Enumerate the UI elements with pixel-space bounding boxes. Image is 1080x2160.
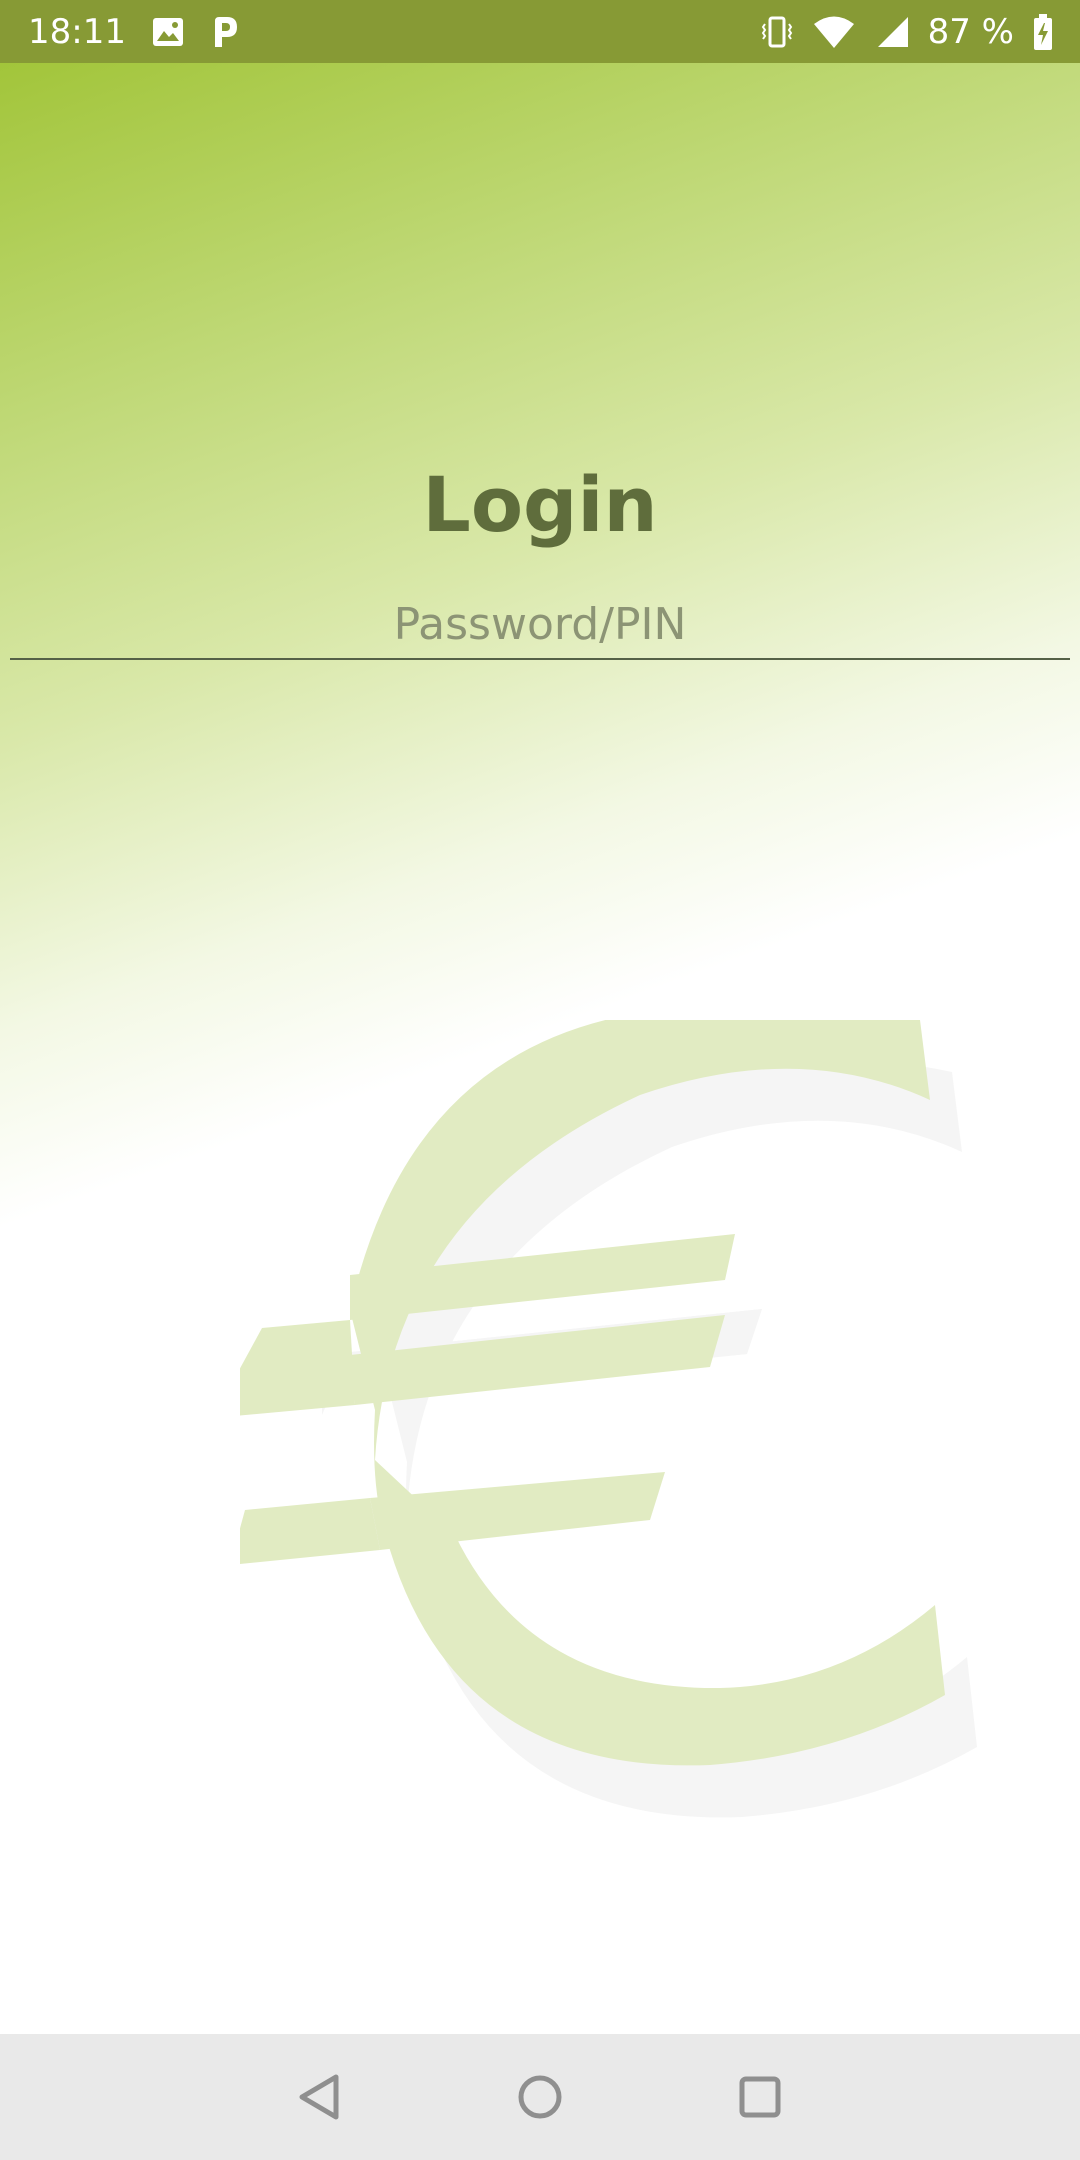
vibrate-icon xyxy=(760,15,794,49)
password-pin-input[interactable] xyxy=(10,590,1070,660)
recents-button[interactable] xyxy=(720,2057,800,2137)
image-icon xyxy=(152,17,184,47)
battery-charging-icon xyxy=(1032,13,1054,51)
euro-icon xyxy=(240,1020,1060,1920)
battery-percent: 87 % xyxy=(927,11,1014,52)
home-button[interactable] xyxy=(500,2057,580,2137)
status-bar: 18:11 87 % xyxy=(0,0,1080,63)
back-icon xyxy=(298,2073,342,2121)
recents-icon xyxy=(738,2075,782,2119)
back-button[interactable] xyxy=(280,2057,360,2137)
login-title: Login xyxy=(422,460,658,549)
home-icon xyxy=(517,2074,563,2120)
navigation-bar xyxy=(0,2034,1080,2160)
cellular-signal-icon xyxy=(874,15,910,49)
status-time: 18:11 xyxy=(28,11,126,52)
wifi-icon xyxy=(812,15,856,49)
parking-app-icon xyxy=(210,15,240,49)
login-screen: 18:11 87 % Login xyxy=(0,0,1080,2160)
